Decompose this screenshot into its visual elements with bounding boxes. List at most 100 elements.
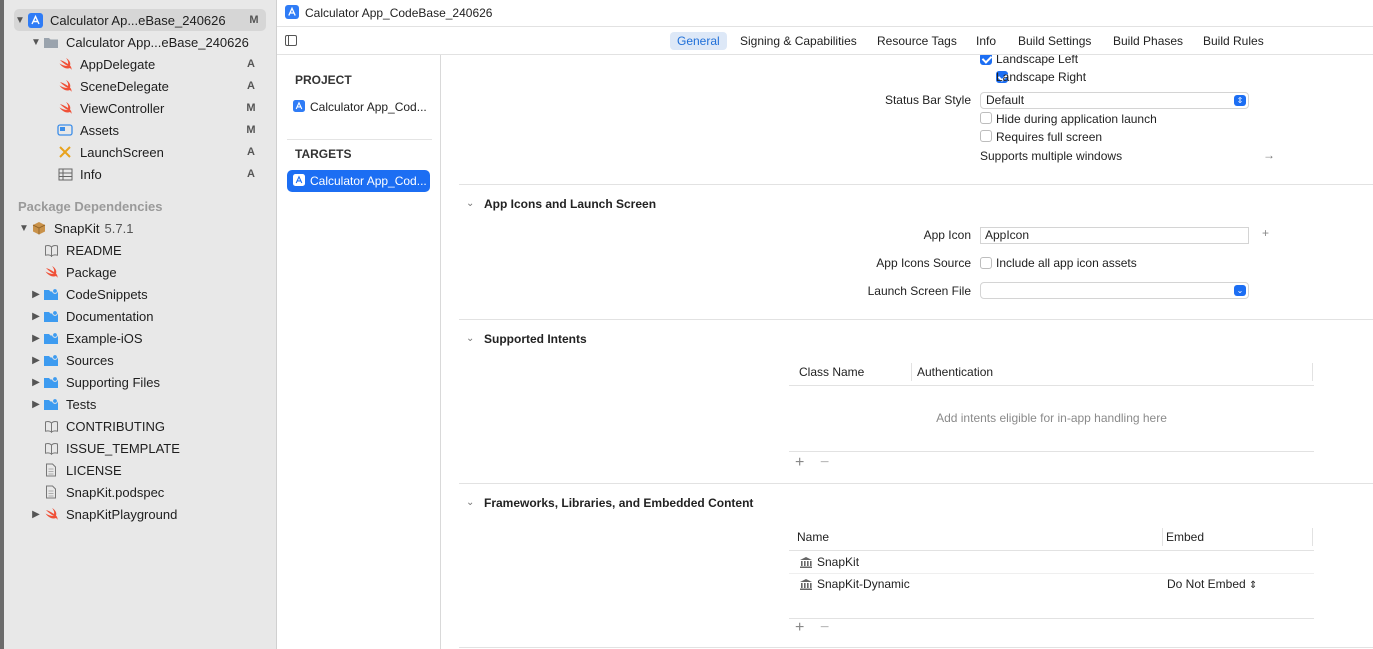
embed-popup[interactable]: Do Not Embed ⇕ xyxy=(1167,577,1257,591)
chevron-down-icon[interactable]: ⌄ xyxy=(466,333,474,344)
tab-info[interactable]: Info xyxy=(969,32,1003,50)
folder-row[interactable]: ▶ Tests xyxy=(0,393,277,415)
chevron-down-icon[interactable]: ⌄ xyxy=(466,497,474,508)
chevron-down-icon[interactable]: ▼ xyxy=(18,223,30,234)
folder-row[interactable]: ▶ SnapKitPlayground xyxy=(0,503,277,525)
column-separator xyxy=(1312,528,1313,546)
app-project-icon xyxy=(26,12,44,28)
snapkit-package-row[interactable]: ▼ SnapKit 5.7.1 xyxy=(0,217,277,239)
add-framework-button[interactable]: + xyxy=(795,619,804,637)
folder-icon xyxy=(42,352,60,368)
source-control-badge: A xyxy=(247,58,255,70)
source-control-badge: A xyxy=(247,146,255,158)
swift-icon xyxy=(56,100,74,116)
file-row[interactable]: ViewController M xyxy=(0,97,277,119)
tab-signing-capabilities[interactable]: Signing & Capabilities xyxy=(733,32,864,50)
embed-column-header[interactable]: Embed xyxy=(1166,530,1204,544)
file-row[interactable]: README xyxy=(0,239,277,261)
file-row[interactable]: ISSUE_TEMPLATE xyxy=(0,437,277,459)
launch-screen-file-popup[interactable]: ⌄ xyxy=(980,282,1249,299)
add-icon[interactable]: + xyxy=(1262,226,1269,240)
folder-icon xyxy=(42,34,60,50)
app-icon-field[interactable]: AppIcon xyxy=(980,227,1249,244)
chevron-right-icon[interactable]: ▶ xyxy=(30,289,42,300)
app-icons-source-label: App Icons Source xyxy=(876,256,971,270)
chevron-down-icon[interactable]: ▼ xyxy=(14,15,26,26)
general-settings-editor: Landscape Left Landscape Right Status Ba… xyxy=(441,55,1373,649)
landscape-left-label: Landscape Left xyxy=(996,55,1079,66)
project-heading: PROJECT xyxy=(295,73,352,87)
hide-during-launch-checkbox[interactable] xyxy=(980,112,992,124)
remove-framework-button[interactable]: − xyxy=(820,619,829,637)
item-label: SnapKit.podspec xyxy=(66,484,165,500)
app-target-icon xyxy=(293,173,305,189)
app-icons-section-title[interactable]: App Icons and Launch Screen xyxy=(484,197,656,211)
file-row[interactable]: SnapKit.podspec xyxy=(0,481,277,503)
status-bar-style-popup[interactable]: Default ⇕ xyxy=(980,92,1249,109)
frameworks-section-title[interactable]: Frameworks, Libraries, and Embedded Cont… xyxy=(484,496,753,510)
chevron-down-icon[interactable]: ▼ xyxy=(30,37,42,48)
name-column-header[interactable]: Name xyxy=(797,530,829,544)
folder-row[interactable]: ▶ CodeSnippets xyxy=(0,283,277,305)
chevron-right-icon[interactable]: ▶ xyxy=(30,355,42,366)
chevron-right-icon[interactable]: ▶ xyxy=(30,311,42,322)
item-label: LICENSE xyxy=(66,462,122,478)
file-row[interactable]: LaunchScreen A xyxy=(0,141,277,163)
chevron-right-icon[interactable]: ▶ xyxy=(30,377,42,388)
supported-intents-section-title[interactable]: Supported Intents xyxy=(484,332,587,346)
tab-general[interactable]: General xyxy=(670,32,727,50)
chevron-right-icon[interactable]: ▶ xyxy=(30,399,42,410)
chevron-down-icon[interactable]: ⌄ xyxy=(466,198,474,209)
file-row[interactable]: LICENSE xyxy=(0,459,277,481)
tab-build-settings[interactable]: Build Settings xyxy=(1011,32,1098,50)
package-dependencies-title: Package Dependencies xyxy=(18,199,163,214)
include-all-icons-checkbox[interactable] xyxy=(980,257,992,269)
file-row[interactable]: Info A xyxy=(0,163,277,185)
file-label: Info xyxy=(80,166,102,182)
group-row[interactable]: ▼ Calculator App...eBase_240626 xyxy=(0,31,277,53)
file-row[interactable]: SceneDelegate A xyxy=(0,75,277,97)
table-row[interactable]: SnapKit-Dynamic Do Not Embed ⇕ xyxy=(789,573,1314,595)
table-row[interactable]: SnapKit xyxy=(789,551,1314,573)
file-row[interactable]: CONTRIBUTING xyxy=(0,415,277,437)
file-label: SceneDelegate xyxy=(80,78,169,94)
intents-table: Class Name Authentication Add intents el… xyxy=(789,360,1314,452)
class-name-column-header[interactable]: Class Name xyxy=(799,365,864,379)
folder-row[interactable]: ▶ Documentation xyxy=(0,305,277,327)
up-down-icon: ⇕ xyxy=(1249,580,1258,591)
requires-full-screen-checkbox[interactable] xyxy=(980,130,992,142)
folder-row[interactable]: ▶ Sources xyxy=(0,349,277,371)
launch-screen-file-label: Launch Screen File xyxy=(867,284,971,298)
add-intent-button[interactable]: + xyxy=(795,454,804,472)
folder-icon xyxy=(42,374,60,390)
package-icon xyxy=(30,220,48,236)
item-label: SnapKitPlayground xyxy=(66,506,178,522)
tab-build-rules[interactable]: Build Rules xyxy=(1196,32,1271,50)
landscape-left-checkbox[interactable] xyxy=(980,55,992,65)
project-root-row[interactable]: ▼ Calculator Ap...eBase_240626 M xyxy=(14,9,266,31)
chevron-right-icon[interactable]: ▶ xyxy=(30,333,42,344)
hide-during-launch-label: Hide during application launch xyxy=(996,112,1157,126)
editor-title-bar: Calculator App_CodeBase_240626 xyxy=(277,0,1373,27)
target-item[interactable]: Calculator App_Cod... xyxy=(287,170,430,192)
project-item[interactable]: Calculator App_Cod... xyxy=(287,96,430,118)
folder-row[interactable]: ▶ Example-iOS xyxy=(0,327,277,349)
book-icon xyxy=(42,418,60,434)
tab-build-phases[interactable]: Build Phases xyxy=(1106,32,1190,50)
file-row[interactable]: AppDelegate A xyxy=(0,53,277,75)
file-row[interactable]: Assets M xyxy=(0,119,277,141)
arrow-right-icon[interactable]: → xyxy=(1263,148,1275,162)
intents-empty-placeholder: Add intents eligible for in-app handling… xyxy=(936,411,1167,425)
section-divider xyxy=(459,319,1373,320)
window-title: Calculator App_CodeBase_240626 xyxy=(305,6,493,20)
section-divider xyxy=(459,647,1373,648)
sidebar-toggle-icon[interactable] xyxy=(285,35,297,46)
chevron-right-icon[interactable]: ▶ xyxy=(30,509,42,520)
remove-intent-button[interactable]: − xyxy=(820,454,829,472)
tab-resource-tags[interactable]: Resource Tags xyxy=(870,32,964,50)
folder-row[interactable]: ▶ Supporting Files xyxy=(0,371,277,393)
authentication-column-header[interactable]: Authentication xyxy=(917,365,993,379)
file-row[interactable]: Package xyxy=(0,261,277,283)
requires-full-screen-label: Requires full screen xyxy=(996,130,1103,144)
section-divider xyxy=(459,184,1373,185)
